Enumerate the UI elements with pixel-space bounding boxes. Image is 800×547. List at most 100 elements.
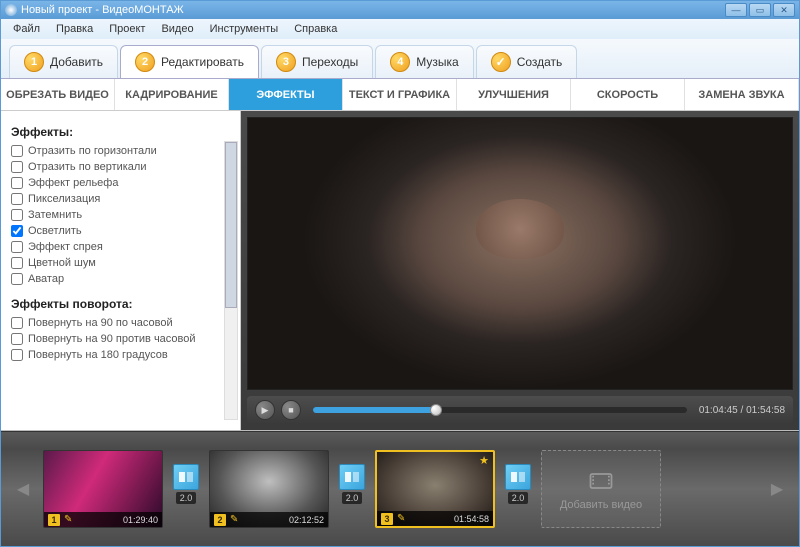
effect-item[interactable]: Отразить по горизонтали xyxy=(11,143,236,159)
pencil-icon[interactable]: ✎ xyxy=(230,514,238,525)
effect-checkbox[interactable] xyxy=(11,241,23,253)
effect-checkbox[interactable] xyxy=(11,317,23,329)
step-label: Переходы xyxy=(302,55,358,69)
effect-label: Повернуть на 90 против часовой xyxy=(28,333,196,345)
effect-item[interactable]: Отразить по вертикали xyxy=(11,159,236,175)
timeline-clip[interactable]: ★3✎01:54:58 xyxy=(375,450,495,528)
timeline-clip[interactable]: 1✎01:29:40 xyxy=(43,450,163,528)
effect-checkbox[interactable] xyxy=(11,145,23,157)
effect-label: Отразить по вертикали xyxy=(28,161,146,173)
pencil-icon[interactable]: ✎ xyxy=(397,513,405,524)
effect-checkbox[interactable] xyxy=(11,209,23,221)
star-icon: ★ xyxy=(479,454,489,467)
scrollbar-thumb[interactable] xyxy=(225,142,237,308)
time-label: 01:04:45 / 01:54:58 xyxy=(699,405,785,416)
progress-track[interactable] xyxy=(313,407,687,413)
clip-footer: 1✎01:29:40 xyxy=(44,512,162,527)
transition-duration: 2.0 xyxy=(508,492,529,504)
effect-checkbox[interactable] xyxy=(11,177,23,189)
rotation-effect-list: Повернуть на 90 по часовой Повернуть на 9… xyxy=(11,315,236,363)
step-tab-add[interactable]: 1 Добавить xyxy=(9,45,118,78)
timeline-clip[interactable]: 2✎02:12:52 xyxy=(209,450,329,528)
effect-label: Пикселизация xyxy=(28,193,100,205)
timeline-prev-button[interactable]: ◀ xyxy=(15,469,31,509)
menu-tools[interactable]: Инструменты xyxy=(204,21,285,37)
effect-item[interactable]: Эффект рельефа xyxy=(11,175,236,191)
effect-checkbox[interactable] xyxy=(11,333,23,345)
step-label: Редактировать xyxy=(161,55,244,69)
timeline-next-button[interactable]: ▶ xyxy=(769,469,785,509)
effect-checkbox[interactable] xyxy=(11,161,23,173)
video-preview xyxy=(247,117,793,390)
transition-duration: 2.0 xyxy=(176,492,197,504)
transition-slot: 2.0 xyxy=(503,464,533,514)
effect-item[interactable]: Аватар xyxy=(11,271,236,287)
timeline-items: 1✎01:29:402.02✎02:12:522.0★3✎01:54:582.0… xyxy=(43,450,757,528)
menu-project[interactable]: Проект xyxy=(103,21,151,37)
step-tab-music[interactable]: 4 Музыка xyxy=(375,45,473,78)
effect-item[interactable]: Эффект спрея xyxy=(11,239,236,255)
transition-icon[interactable] xyxy=(173,464,199,490)
step-tab-edit[interactable]: 2 Редактировать xyxy=(120,45,259,78)
step-tab-transitions[interactable]: 3 Переходы xyxy=(261,45,373,78)
subtab-enhance[interactable]: УЛУЧШЕНИЯ xyxy=(457,79,571,110)
step-label: Создать xyxy=(517,55,563,69)
effect-label: Затемнить xyxy=(28,209,82,221)
close-button[interactable]: ✕ xyxy=(773,3,795,17)
menu-help[interactable]: Справка xyxy=(288,21,343,37)
menu-video[interactable]: Видео xyxy=(155,21,199,37)
effect-label: Аватар xyxy=(28,273,64,285)
clip-duration: 01:29:40 xyxy=(123,515,158,525)
progress-fill xyxy=(313,407,436,413)
maximize-button[interactable]: ▭ xyxy=(749,3,771,17)
effect-checkbox[interactable] xyxy=(11,225,23,237)
sidebar-scrollbar[interactable] xyxy=(224,141,238,420)
add-video-button[interactable]: Добавить видео xyxy=(541,450,661,528)
transition-icon[interactable] xyxy=(339,464,365,490)
menu-file[interactable]: Файл xyxy=(7,21,46,37)
effect-label: Цветной шум xyxy=(28,257,96,269)
play-button[interactable]: ▶ xyxy=(255,400,275,420)
clip-duration: 01:54:58 xyxy=(454,514,489,524)
effect-checkbox[interactable] xyxy=(11,257,23,269)
menu-edit[interactable]: Правка xyxy=(50,21,99,37)
step-tab-create[interactable]: Создать xyxy=(476,45,578,78)
titlebar: Новый проект - ВидеоМОНТАЖ — ▭ ✕ xyxy=(1,1,799,19)
pencil-icon[interactable]: ✎ xyxy=(64,514,72,525)
subtab-speed[interactable]: СКОРОСТЬ xyxy=(571,79,685,110)
timeline: ◀ 1✎01:29:402.02✎02:12:522.0★3✎01:54:582… xyxy=(1,431,799,546)
subtab-crop[interactable]: ОБРЕЗАТЬ ВИДЕО xyxy=(1,79,115,110)
subtab-text[interactable]: ТЕКСТ И ГРАФИКА xyxy=(343,79,457,110)
transition-slot: 2.0 xyxy=(171,464,201,514)
effect-checkbox[interactable] xyxy=(11,349,23,361)
window-title: Новый проект - ВидеоМОНТАЖ xyxy=(21,4,723,16)
transition-icon[interactable] xyxy=(505,464,531,490)
effect-item[interactable]: Цветной шум xyxy=(11,255,236,271)
subtab-frame[interactable]: КАДРИРОВАНИЕ xyxy=(115,79,229,110)
effect-item[interactable]: Повернуть на 90 по часовой xyxy=(11,315,236,331)
subtab-audio[interactable]: ЗАМЕНА ЗВУКА xyxy=(685,79,799,110)
stop-button[interactable]: ■ xyxy=(281,400,301,420)
effect-item[interactable]: Повернуть на 90 против часовой xyxy=(11,331,236,347)
effect-checkbox[interactable] xyxy=(11,273,23,285)
step-label: Музыка xyxy=(416,55,458,69)
minimize-button[interactable]: — xyxy=(725,3,747,17)
effect-item[interactable]: Осветлить xyxy=(11,223,236,239)
effect-label: Эффект рельефа xyxy=(28,177,118,189)
add-video-label: Добавить видео xyxy=(560,499,642,511)
effect-label: Повернуть на 180 градусов xyxy=(28,349,168,361)
effect-item[interactable]: Пикселизация xyxy=(11,191,236,207)
content-area: Эффекты: Отразить по горизонталиОтразить… xyxy=(1,111,799,431)
step-num-icon: 1 xyxy=(24,52,44,72)
effect-label: Отразить по горизонтали xyxy=(28,145,157,157)
step-label: Добавить xyxy=(50,55,103,69)
effect-checkbox[interactable] xyxy=(11,193,23,205)
player-controls: ▶ ■ 01:04:45 / 01:54:58 xyxy=(247,396,793,424)
subtab-effects[interactable]: ЭФФЕКТЫ xyxy=(229,79,343,110)
step-num-icon: 4 xyxy=(390,52,410,72)
effect-item[interactable]: Затемнить xyxy=(11,207,236,223)
progress-handle[interactable] xyxy=(430,404,442,416)
step-tabs: 1 Добавить 2 Редактировать 3 Переходы 4 … xyxy=(1,39,799,79)
effect-item[interactable]: Повернуть на 180 градусов xyxy=(11,347,236,363)
effect-label: Осветлить xyxy=(28,225,82,237)
